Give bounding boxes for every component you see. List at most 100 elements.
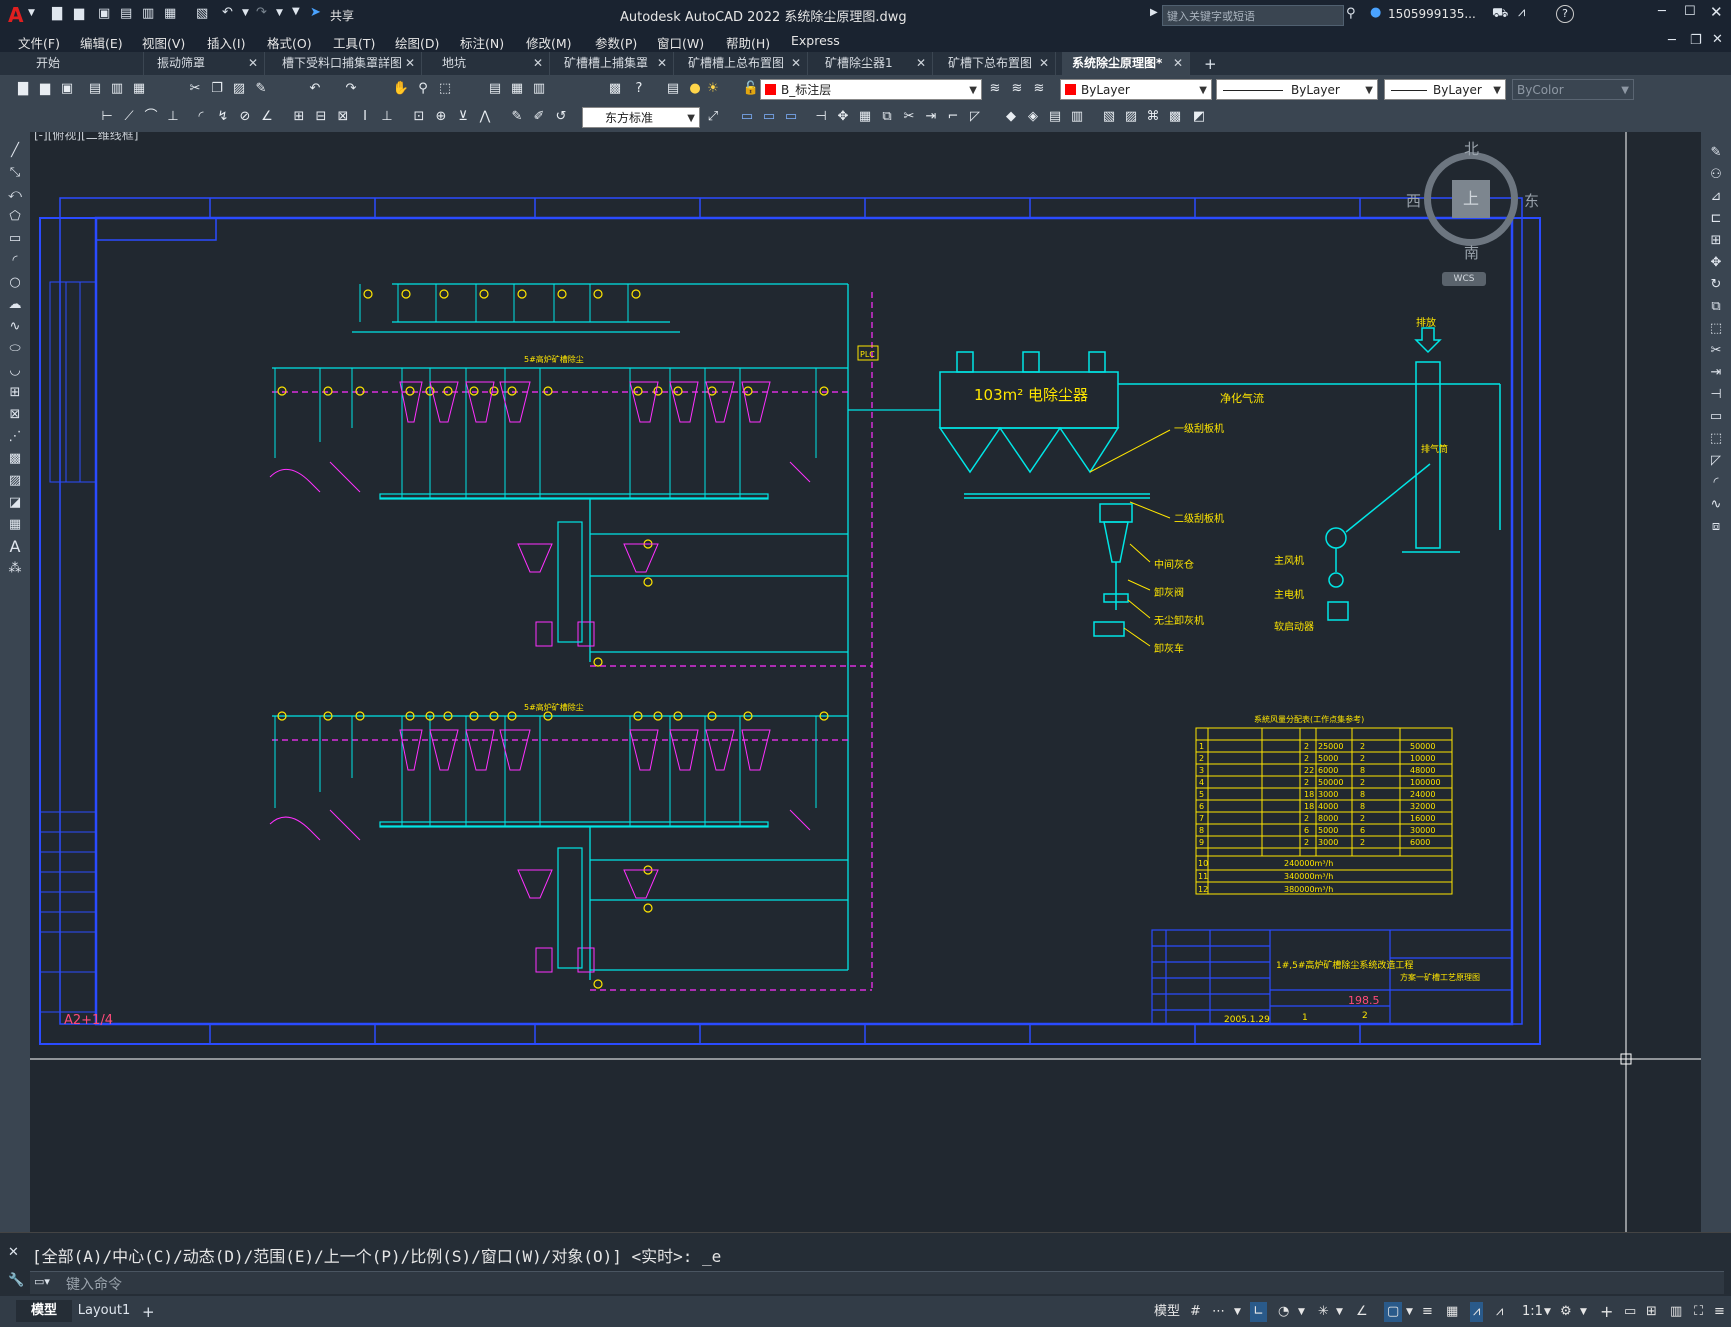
menu-file[interactable]: 文件(F)	[18, 33, 60, 52]
calculator-icon[interactable]: ▩	[606, 80, 624, 98]
color-combo[interactable]: ByLayer ▼	[1060, 79, 1212, 100]
plotstyle-combo[interactable]: ByColor ▼	[1512, 79, 1634, 100]
tab-doc[interactable]: 矿槽下总布置图 ✕	[938, 52, 1056, 75]
make-block-icon[interactable]: ⊠	[6, 406, 24, 424]
plot-icon[interactable]: ▧	[196, 6, 208, 21]
open-file-icon[interactable]: ▆	[74, 6, 84, 21]
center-mark-icon[interactable]: ⊕	[432, 108, 450, 126]
menu-draw[interactable]: 绘图(D)	[395, 33, 439, 52]
ungroup-icon[interactable]: ▭	[760, 108, 778, 126]
save-as-icon[interactable]: ▤	[120, 6, 132, 21]
redo-icon[interactable]: ↷	[256, 5, 267, 20]
tool-palette-icon[interactable]: ▥	[530, 80, 548, 98]
extend-icon[interactable]: ⇥	[922, 108, 940, 126]
command-prompt-icon[interactable]: ▭▾	[34, 1275, 50, 1288]
arc-icon[interactable]: ◜	[6, 252, 24, 270]
3d-icon[interactable]: ◩	[1190, 108, 1208, 126]
xref-icon[interactable]: ▥	[1068, 108, 1086, 126]
construction-line-icon[interactable]: ⤡	[6, 164, 24, 182]
modify-icon[interactable]: ⊣	[812, 108, 830, 126]
close-cmd-icon[interactable]: ✕	[8, 1245, 19, 1260]
compass-north[interactable]: 北	[1464, 138, 1479, 159]
compass-east[interactable]: 东	[1524, 190, 1539, 211]
explode-icon[interactable]: ⧈	[1707, 518, 1725, 536]
match-prop-icon[interactable]: ✎	[252, 80, 270, 98]
minimize-icon[interactable]: ─	[1658, 4, 1666, 19]
lineweight-icon[interactable]: ≡	[1422, 1302, 1433, 1322]
gear-icon[interactable]: ⚙	[1560, 1302, 1572, 1322]
dim-style-icon[interactable]: ⤢	[704, 108, 722, 126]
circle-icon[interactable]: ○	[6, 274, 24, 292]
linetype-combo[interactable]: ByLayer ▼	[1216, 79, 1378, 100]
tab-close-icon[interactable]: ✕	[791, 52, 801, 75]
fillet-icon[interactable]: ⌐	[944, 108, 962, 126]
tab-doc[interactable]: 振动筛罩 ✕	[147, 52, 265, 75]
move-icon[interactable]: ✥	[1707, 254, 1725, 272]
tab-close-icon[interactable]: ✕	[916, 52, 926, 75]
viewcube[interactable]: 上 北 南 西 东 WCS	[1406, 138, 1539, 288]
tab-doc[interactable]: 矿槽槽上总布置图 ✕	[678, 52, 808, 75]
trim-icon[interactable]: ✂	[900, 108, 918, 126]
break-dim-icon[interactable]: ⊥	[378, 108, 396, 126]
attribute-icon[interactable]: ▤	[1046, 108, 1064, 126]
undo-dropdown-icon[interactable]: ▼	[242, 8, 249, 18]
spline-icon[interactable]: ∿	[6, 318, 24, 336]
layer-sun-icon[interactable]: ☀	[704, 80, 722, 98]
rectangle-icon[interactable]: ▭	[6, 230, 24, 248]
ellipse-arc-icon[interactable]: ◡	[6, 362, 24, 380]
user-name[interactable]: 1505999135...	[1388, 7, 1476, 21]
layer-previous-icon[interactable]: ≋	[1008, 80, 1026, 98]
ordinate-dim-icon[interactable]: ⊥	[164, 108, 182, 126]
menu-window[interactable]: 窗口(W)	[657, 33, 704, 52]
layer-state-icon[interactable]: ≋	[1030, 80, 1048, 98]
doc-close-icon[interactable]: ✕	[1712, 32, 1723, 47]
drawing-canvas[interactable]: [-][俯视][二维线框] A2+1/4 5#高炉矿槽除尘 5#高炉矿槽除尘 P…	[30, 132, 1701, 1232]
layout-tab-model[interactable]: 模型	[16, 1300, 72, 1322]
menu-express[interactable]: Express	[791, 33, 840, 48]
markup-icon[interactable]: ▩	[1166, 108, 1184, 126]
trim-icon[interactable]: ✂	[1707, 342, 1725, 360]
osnap-dropdown-icon[interactable]: ▼	[1406, 1302, 1413, 1322]
tab-doc[interactable]: 地坑 ✕	[432, 52, 550, 75]
gradient-icon[interactable]: ▨	[6, 472, 24, 490]
baseline-dim-icon[interactable]: ⊟	[312, 108, 330, 126]
add-icon[interactable]: +	[1600, 1302, 1613, 1322]
publish-icon[interactable]: ▦	[130, 80, 148, 98]
scale-dropdown-icon[interactable]: ▼	[1544, 1302, 1551, 1322]
search-input[interactable]: 键入关键字或短语	[1162, 5, 1344, 26]
iso-dropdown-icon[interactable]: ▼	[1336, 1302, 1343, 1322]
pan-icon[interactable]: ✋	[392, 80, 410, 98]
make-current-icon[interactable]: ≋	[986, 80, 1004, 98]
properties-icon[interactable]: ▤	[486, 80, 504, 98]
tab-active-doc[interactable]: 系统除尘原理图* ✕	[1062, 52, 1190, 75]
wcs-menu[interactable]: WCS	[1442, 272, 1486, 286]
revcloud-icon[interactable]: ☁	[6, 296, 24, 314]
autodesk-app-icon[interactable]: ⩘	[1518, 5, 1525, 20]
save-icon[interactable]: ▣	[98, 6, 110, 21]
menu-tools[interactable]: 工具(T)	[333, 33, 375, 52]
layer-bulb-icon[interactable]: ●	[686, 80, 704, 98]
open-icon[interactable]: ▆	[36, 80, 54, 98]
hatch-icon[interactable]: ▩	[6, 450, 24, 468]
erase-icon[interactable]: ✎	[1707, 144, 1725, 162]
help-icon[interactable]: ?	[1556, 5, 1574, 23]
customize-icon[interactable]: ≡	[1714, 1302, 1725, 1322]
tab-doc[interactable]: 矿槽除尘器1 ✕	[815, 52, 933, 75]
new-tab-icon[interactable]: +	[1204, 55, 1217, 73]
undo-icon[interactable]: ↶	[306, 80, 324, 98]
redo-icon[interactable]: ↷	[342, 80, 360, 98]
redo-dropdown-icon[interactable]: ▼	[276, 8, 283, 18]
angular-dim-icon[interactable]: ∠	[258, 108, 276, 126]
tolerance-icon[interactable]: ⊡	[410, 108, 428, 126]
cmd-settings-icon[interactable]: 🔧	[8, 1273, 24, 1288]
transparency-icon[interactable]: ▦	[1446, 1302, 1458, 1322]
block-icon[interactable]: ◆	[1002, 108, 1020, 126]
app-logo-icon[interactable]: A	[8, 3, 23, 27]
tab-close-icon[interactable]: ✕	[657, 52, 667, 75]
gear-dropdown-icon[interactable]: ▼	[1580, 1302, 1587, 1322]
arc-length-icon[interactable]: ⌒	[142, 108, 160, 126]
jogged-dim-icon[interactable]: ↯	[214, 108, 232, 126]
diameter-dim-icon[interactable]: ⊘	[236, 108, 254, 126]
linear-dim-icon[interactable]: ⊢	[98, 108, 116, 126]
layer-lock-icon[interactable]: 🔓	[742, 80, 760, 98]
